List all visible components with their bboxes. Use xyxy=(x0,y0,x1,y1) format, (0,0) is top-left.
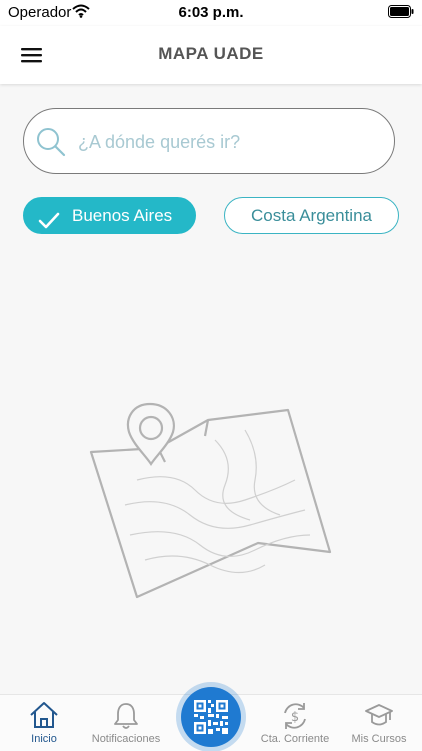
tab-label: Cta. Corriente xyxy=(260,733,330,745)
battery-icon xyxy=(388,5,414,23)
tab-label: Inicio xyxy=(31,733,57,745)
svg-text:$: $ xyxy=(291,710,299,725)
status-time: 6:03 p.m. xyxy=(178,4,244,21)
checkmark-icon xyxy=(38,207,60,242)
tab-label: Notificaciones xyxy=(91,733,161,745)
graduation-cap-icon xyxy=(364,701,394,736)
bell-icon xyxy=(111,701,141,736)
qr-scan-button[interactable] xyxy=(181,687,241,747)
qr-code-icon xyxy=(194,700,228,734)
status-bar: Operador 6:03 p.m. xyxy=(0,0,422,26)
tab-mis-cursos[interactable]: Mis Cursos xyxy=(346,695,412,751)
map-illustration xyxy=(85,400,340,605)
search-input[interactable] xyxy=(76,125,380,159)
filter-chip-buenos-aires[interactable]: Buenos Aires xyxy=(23,197,196,234)
tab-label: Mis Cursos xyxy=(351,733,407,745)
tab-inicio[interactable]: Inicio xyxy=(14,695,74,751)
filter-chip-label: Buenos Aires xyxy=(72,206,173,225)
search-icon xyxy=(36,127,66,162)
filter-chip-costa-argentina[interactable]: Costa Argentina xyxy=(224,197,399,234)
nav-bar: MAPA UADE xyxy=(0,26,422,84)
tab-cta-corriente[interactable]: $ Cta. Corriente xyxy=(255,695,335,751)
home-icon xyxy=(29,701,59,734)
search-field[interactable] xyxy=(23,108,395,174)
filter-chip-label: Costa Argentina xyxy=(251,206,372,225)
tab-notificaciones[interactable]: Notificaciones xyxy=(86,695,166,751)
dollar-cycle-icon: $ xyxy=(280,701,310,736)
page-title: MAPA UADE xyxy=(158,44,264,63)
